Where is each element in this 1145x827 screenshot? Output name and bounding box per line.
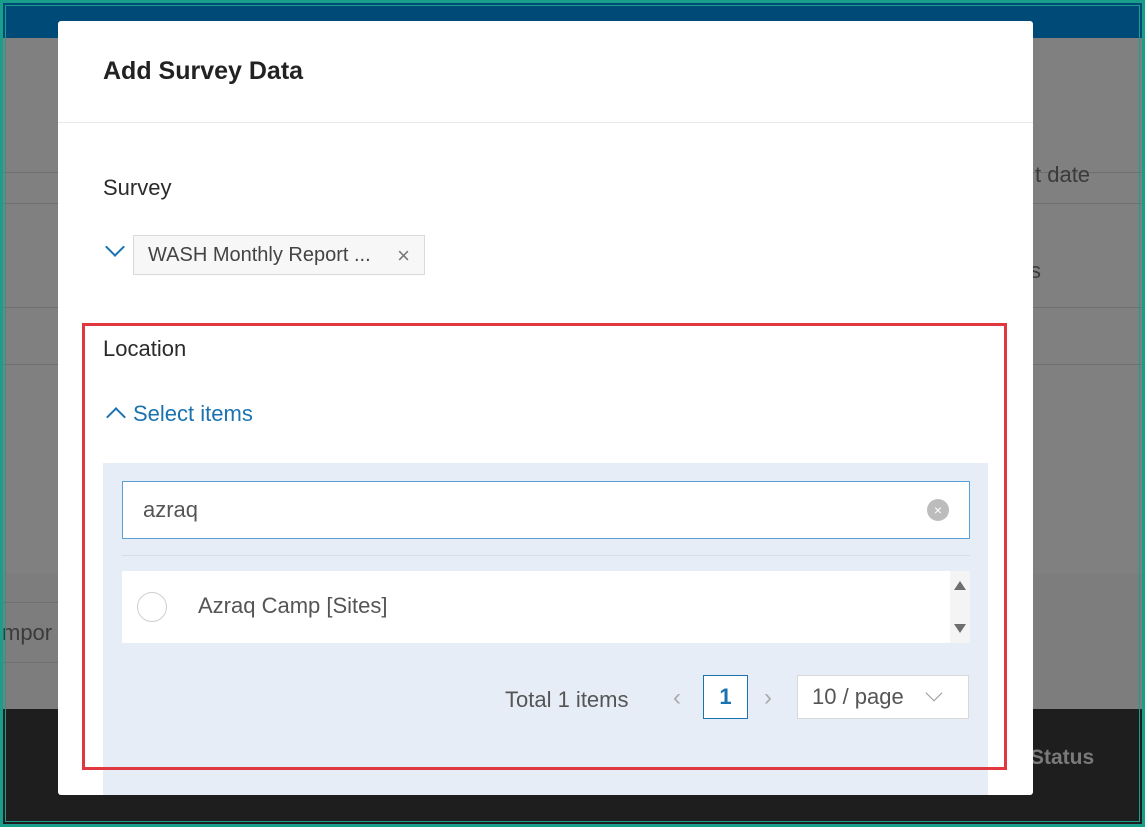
pagination-next-icon[interactable]: ›	[764, 684, 772, 712]
location-dropdown-panel: × Azraq Camp [Sites] Total 1 items ‹ 1 ›…	[103, 463, 988, 795]
bg-divider	[0, 307, 60, 308]
page-size-select[interactable]: 10 / page	[797, 675, 969, 719]
location-chevron-up-icon[interactable]	[106, 407, 126, 427]
location-search-box: ×	[122, 481, 970, 539]
bg-divider	[1030, 307, 1145, 308]
page-size-label: 10 / page	[812, 684, 904, 709]
location-label: Location	[103, 336, 187, 361]
location-search-input[interactable]	[143, 482, 903, 538]
modal-title: Add Survey Data	[103, 57, 304, 85]
bg-divider	[0, 602, 60, 603]
survey-label: Survey	[103, 175, 172, 200]
survey-tag-label: WASH Monthly Report ...	[148, 243, 371, 266]
bg-divider	[0, 662, 60, 663]
bg-divider	[1030, 364, 1145, 365]
search-divider	[122, 555, 970, 556]
chevron-down-icon	[925, 684, 943, 702]
survey-chevron-down-icon[interactable]	[105, 237, 125, 257]
pagination-prev-icon[interactable]: ‹	[673, 684, 681, 712]
bg-left-text: mpor	[2, 620, 53, 645]
pagination-page-1[interactable]: 1	[703, 675, 748, 719]
survey-selected-tag: WASH Monthly Report ... ×	[133, 235, 425, 275]
list-item-radio[interactable]	[137, 592, 167, 622]
pagination-total: Total 1 items	[505, 687, 629, 712]
modal-header: Add Survey Data	[58, 21, 1033, 123]
bg-status-text: Status	[1030, 746, 1095, 769]
tag-close-icon[interactable]: ×	[397, 243, 410, 269]
add-survey-data-modal: Add Survey Data Survey WASH Monthly Repo…	[58, 21, 1033, 795]
select-items-link[interactable]: Select items	[133, 401, 253, 427]
list-scrollbar[interactable]	[950, 571, 970, 643]
bg-divider	[0, 364, 60, 365]
scroll-down-arrow-icon[interactable]	[954, 624, 966, 633]
clear-search-icon[interactable]: ×	[927, 499, 949, 521]
scroll-up-arrow-icon[interactable]	[954, 581, 966, 590]
bg-header-text: t date	[1035, 162, 1091, 187]
list-item-label: Azraq Camp [Sites]	[198, 593, 388, 618]
location-list: Azraq Camp [Sites]	[122, 571, 970, 643]
